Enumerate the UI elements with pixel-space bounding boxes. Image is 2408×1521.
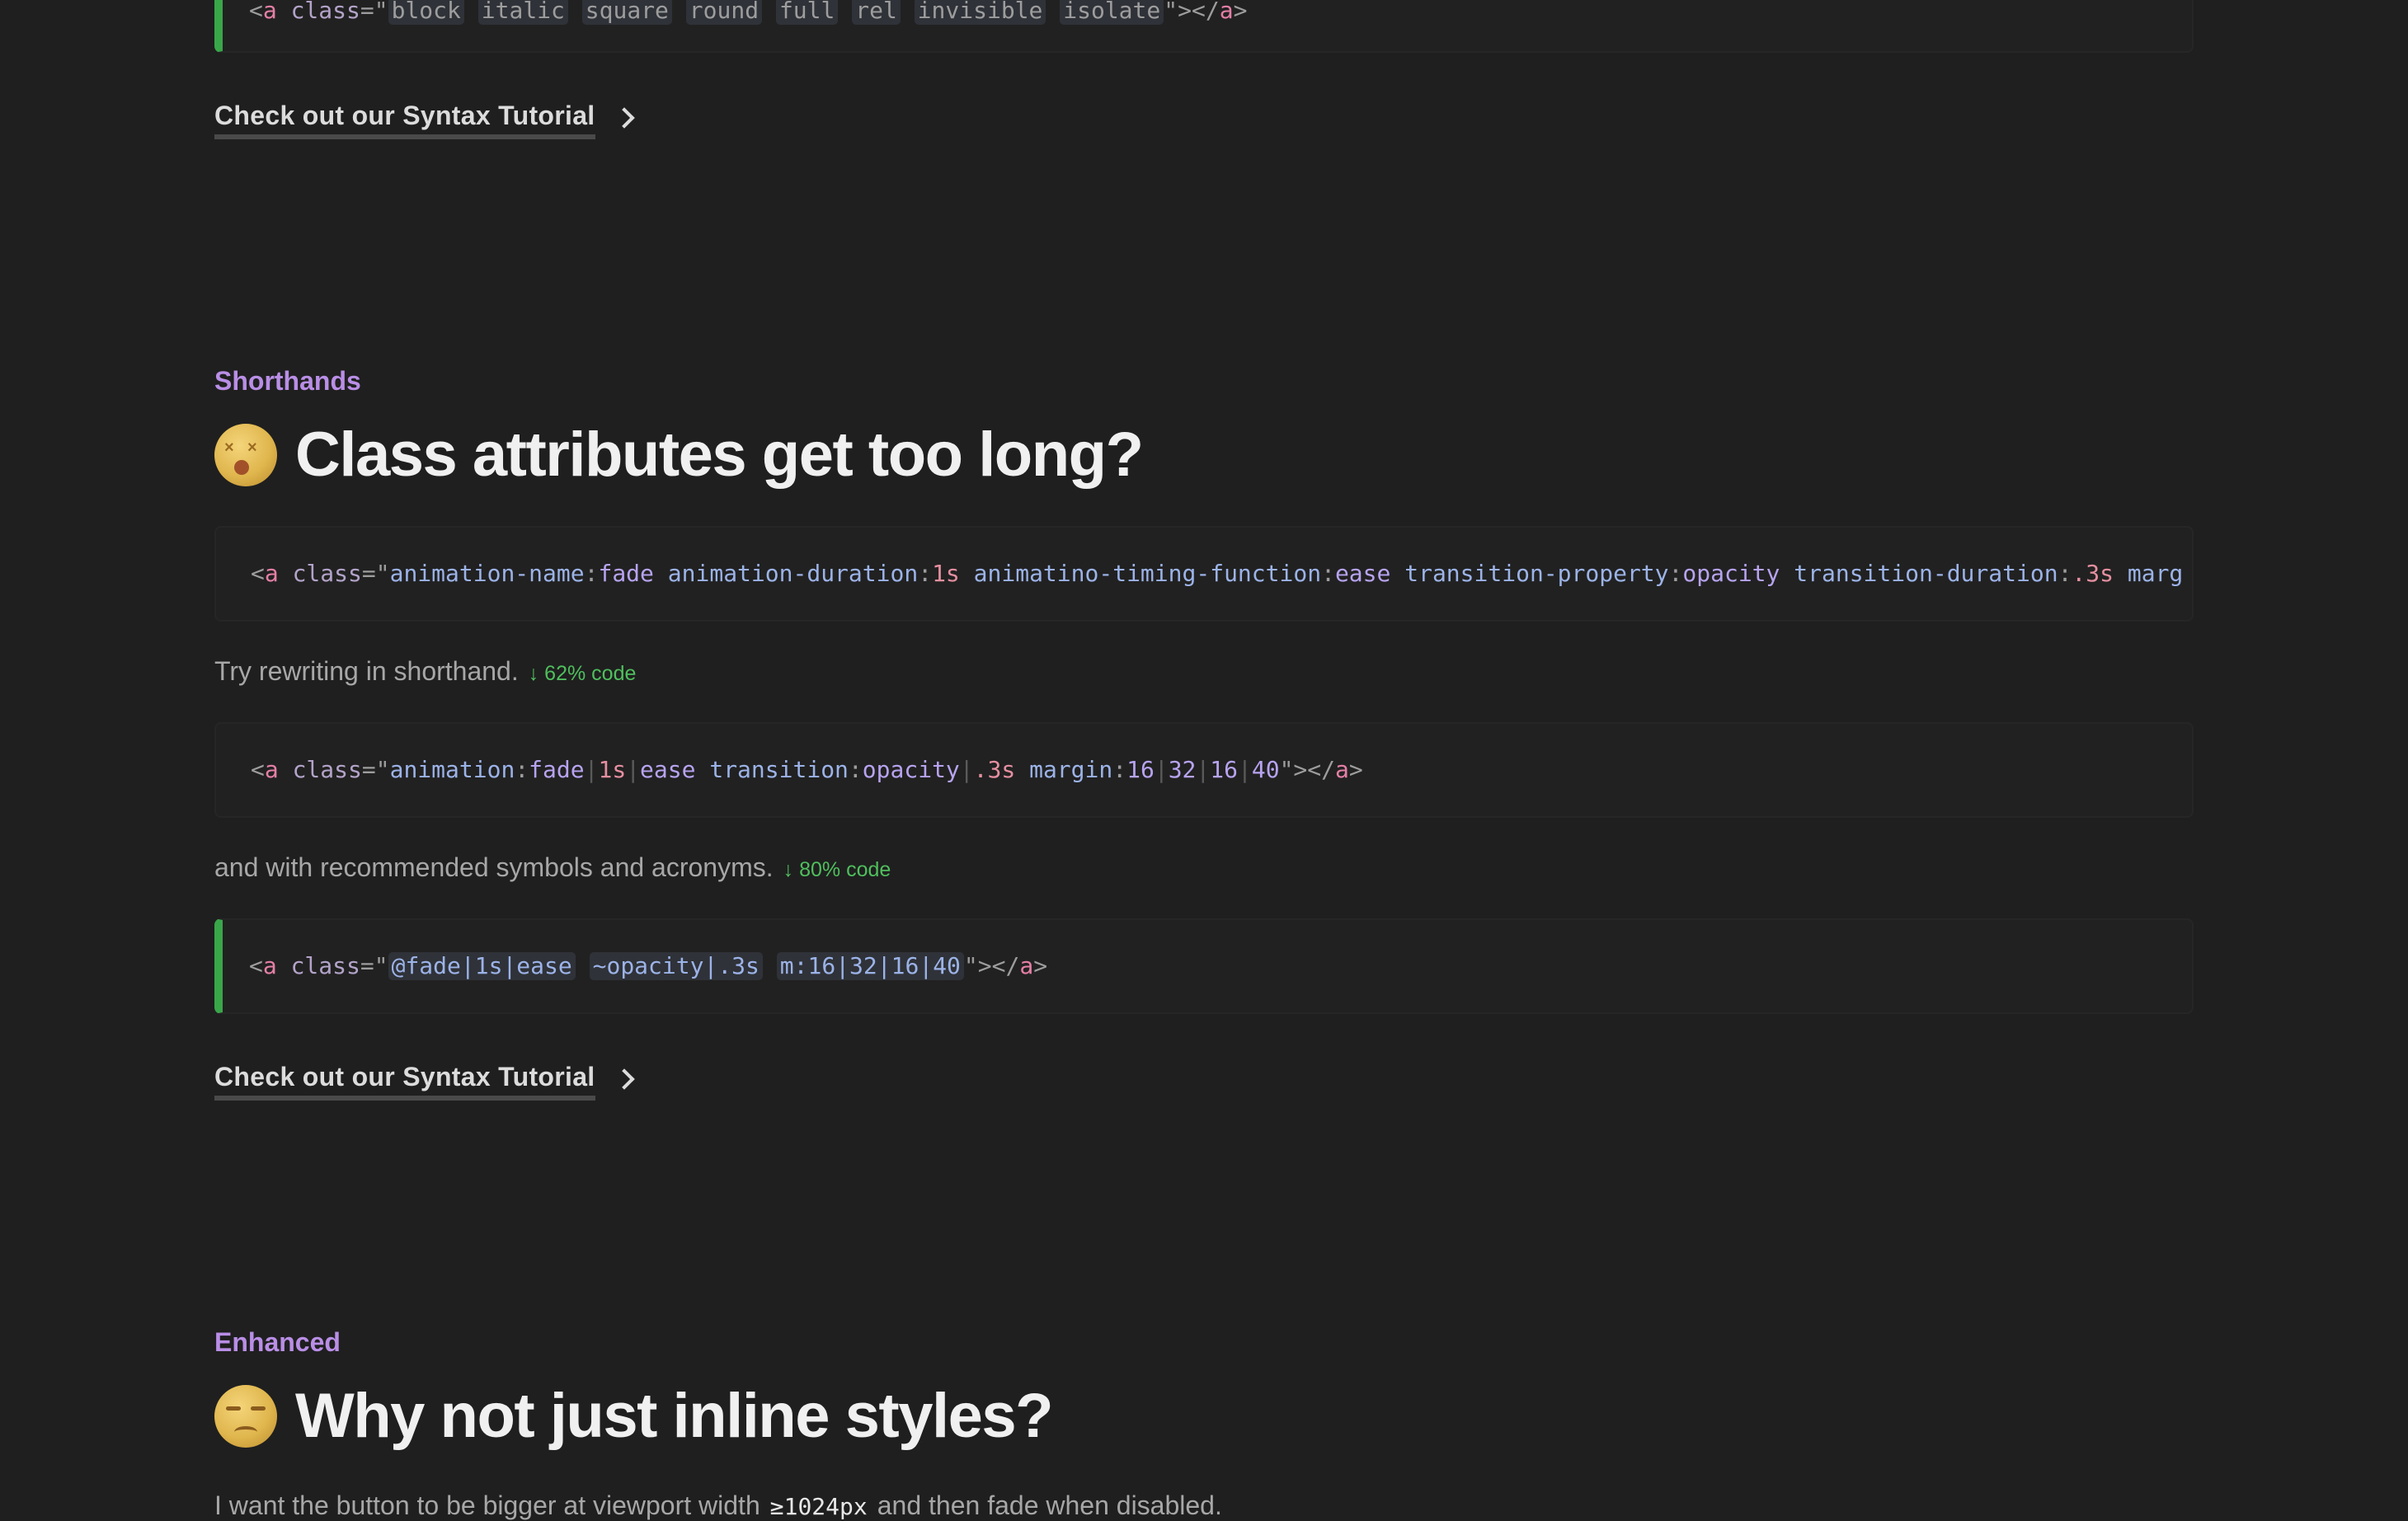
code-chip: ~opacity|.3s [589, 952, 763, 980]
section-heading-enhanced: Why not just inline styles? [214, 1380, 1054, 1452]
shorthand-description: Try rewriting in shorthand. ↓ 62% code [214, 656, 636, 687]
code-chip: m:16|32|16|40 [776, 952, 964, 980]
symbols-description-text: and with recommended symbols and acronym… [214, 852, 774, 882]
enhanced-intro-text: I want the button to be bigger at viewpo… [214, 1490, 760, 1520]
section-eyebrow-shorthands: Shorthands [214, 366, 361, 396]
symbols-description: and with recommended symbols and acronym… [214, 852, 891, 883]
syntax-tutorial-link[interactable]: Check out our Syntax Tutorial [214, 101, 635, 139]
page: <a class=" block italic square round full… [0, 0, 2408, 1520]
code-chip: block [388, 0, 464, 25]
code-chip: round [685, 0, 763, 25]
code-chip: rel [852, 0, 901, 25]
code-line: <a class="animation-name:fade animation-… [251, 560, 2184, 587]
code-line: <a class="animation:fade|1s|ease transit… [251, 756, 1363, 783]
code-block-shorthand: <a class="animation:fade|1s|ease transit… [214, 722, 2194, 818]
code-reduction-badge: ↓ 62% code [528, 662, 637, 685]
enhanced-intro: I want the button to be bigger at viewpo… [214, 1490, 1222, 1521]
syntax-tutorial-link-label: Check out our Syntax Tutorial [214, 1062, 595, 1101]
shorthand-description-text: Try rewriting in shorthand. [214, 656, 519, 686]
section-title: Why not just inline styles? [295, 1381, 1054, 1451]
code-line: <a class=" @fade|1s|ease ~opacity|.3s m:1… [249, 952, 1048, 980]
syntax-tutorial-link[interactable]: Check out our Syntax Tutorial [214, 1062, 635, 1101]
section-eyebrow-enhanced: Enhanced [214, 1327, 341, 1357]
code-block-symbols: <a class=" @fade|1s|ease ~opacity|.3s m:1… [214, 918, 2194, 1014]
code-chip: @fade|1s|ease [388, 952, 576, 980]
code-reduction-badge: ↓ 80% code [783, 858, 891, 881]
inline-code: ≥1024px [769, 1493, 868, 1520]
section-title: Class attributes get too long? [295, 420, 1144, 490]
code-chip: invisible [914, 0, 1046, 25]
chevron-right-icon [613, 106, 635, 129]
code-line: <a class=" block italic square round full… [249, 0, 2192, 25]
section-heading-shorthands: × × Class attributes get too long? [214, 419, 1144, 491]
code-block-longhand: <a class="animation-name:fade animation-… [214, 526, 2194, 622]
enhanced-intro-text-end: and then fade when disabled. [877, 1490, 1222, 1520]
code-chip: isolate [1060, 0, 1164, 25]
code-chip: full [775, 0, 839, 25]
chevron-right-icon [613, 1068, 635, 1090]
code-chip: italic [477, 0, 568, 25]
code-block-top: <a class=" block italic square round full… [214, 0, 2194, 53]
code-chip: square [581, 0, 672, 25]
unamused-face-icon [214, 1384, 277, 1448]
dizzy-face-icon: × × [214, 423, 277, 486]
syntax-tutorial-link-label: Check out our Syntax Tutorial [214, 101, 595, 139]
